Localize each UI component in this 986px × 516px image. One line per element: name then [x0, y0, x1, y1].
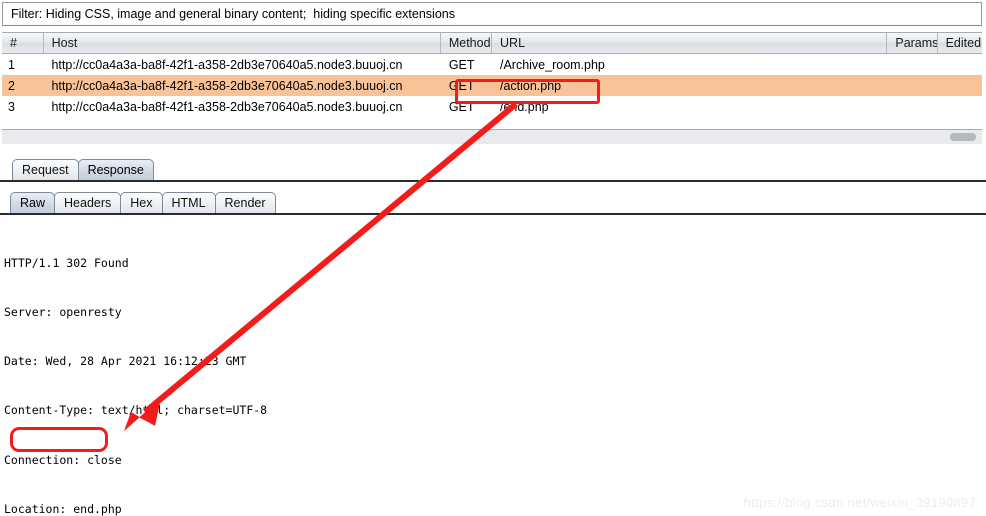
- tab-list-secondary: Raw Headers Hex HTML Render: [10, 192, 276, 213]
- tab-list-primary: Request Response: [12, 159, 154, 180]
- cell-url: /end.php: [499, 99, 549, 114]
- filter-text: Filter: Hiding CSS, image and general bi…: [11, 7, 455, 21]
- cell-url: /Archive_room.php: [499, 57, 605, 72]
- filter-bar[interactable]: Filter: Hiding CSS, image and general bi…: [2, 2, 982, 26]
- column-header-url[interactable]: URL: [492, 33, 888, 53]
- tab-underline-secondary: [0, 213, 986, 215]
- response-header-line: HTTP/1.1 302 Found: [4, 255, 129, 270]
- tab-render[interactable]: Render: [214, 192, 276, 213]
- column-header-method[interactable]: Method: [441, 33, 493, 53]
- response-header-line: Date: Wed, 28 Apr 2021 16:12:23 GMT: [4, 354, 247, 369]
- tab-hex[interactable]: Hex: [120, 192, 163, 213]
- cell-params: [887, 54, 937, 75]
- cell-url: /action.php: [499, 78, 562, 93]
- cell-host: http://cc0a4a3a-ba8f-42f1-a358-2db3e7064…: [51, 78, 403, 93]
- response-header-line: Content-Type: text/html; charset=UTF-8: [4, 403, 268, 418]
- response-header-line: Server: openresty: [4, 305, 122, 320]
- tab-response[interactable]: Response: [77, 159, 154, 180]
- column-header-number[interactable]: #: [2, 33, 44, 53]
- table-header-row: # Host Method URL Params Edited: [2, 32, 982, 54]
- watermark: https://blog.csdn.net/weixin_39190897: [743, 495, 976, 510]
- response-text: HTTP/1.1 302 Found Server: openresty Dat…: [4, 222, 267, 516]
- column-header-edited[interactable]: Edited: [938, 33, 982, 53]
- cell-edited: [938, 96, 982, 117]
- cell-method: GET: [448, 78, 475, 93]
- response-header-line: Location: end.php: [4, 501, 122, 516]
- message-tabs-secondary: Raw Headers Hex HTML Render: [0, 192, 986, 215]
- cell-params: [887, 96, 937, 117]
- table-row[interactable]: 1 http://cc0a4a3a-ba8f-42f1-a358-2db3e70…: [2, 54, 982, 75]
- cell-params: [887, 75, 937, 96]
- cell-host: http://cc0a4a3a-ba8f-42f1-a358-2db3e7064…: [51, 99, 403, 114]
- table-row[interactable]: 3 http://cc0a4a3a-ba8f-42f1-a358-2db3e70…: [2, 96, 982, 117]
- cell-method: GET: [448, 57, 475, 72]
- tab-request[interactable]: Request: [12, 159, 79, 180]
- table-row-selected[interactable]: 2 http://cc0a4a3a-ba8f-42f1-a358-2db3e70…: [2, 75, 982, 96]
- tab-raw[interactable]: Raw: [10, 192, 56, 213]
- column-header-host[interactable]: Host: [44, 33, 441, 53]
- cell-method: GET: [448, 99, 475, 114]
- column-header-params[interactable]: Params: [887, 33, 938, 53]
- tab-underline-primary: [0, 180, 986, 182]
- message-tabs-primary: Request Response: [0, 159, 986, 182]
- http-history-table: # Host Method URL Params Edited 1 http:/…: [2, 32, 982, 144]
- scrollbar-thumb[interactable]: [950, 133, 976, 141]
- cell-number: 1: [8, 57, 15, 72]
- tab-headers[interactable]: Headers: [54, 192, 122, 213]
- cell-edited: [938, 75, 982, 96]
- cell-number: 3: [8, 99, 15, 114]
- table-body: 1 http://cc0a4a3a-ba8f-42f1-a358-2db3e70…: [2, 54, 982, 122]
- response-header-line: Connection: close: [4, 452, 122, 467]
- cell-number: 2: [8, 78, 15, 93]
- table-horizontal-scrollbar[interactable]: [2, 129, 982, 144]
- cell-edited: [938, 54, 982, 75]
- response-raw-viewer[interactable]: HTTP/1.1 302 Found Server: openresty Dat…: [0, 217, 986, 516]
- cell-host: http://cc0a4a3a-ba8f-42f1-a358-2db3e7064…: [51, 57, 403, 72]
- tab-html[interactable]: HTML: [161, 192, 216, 213]
